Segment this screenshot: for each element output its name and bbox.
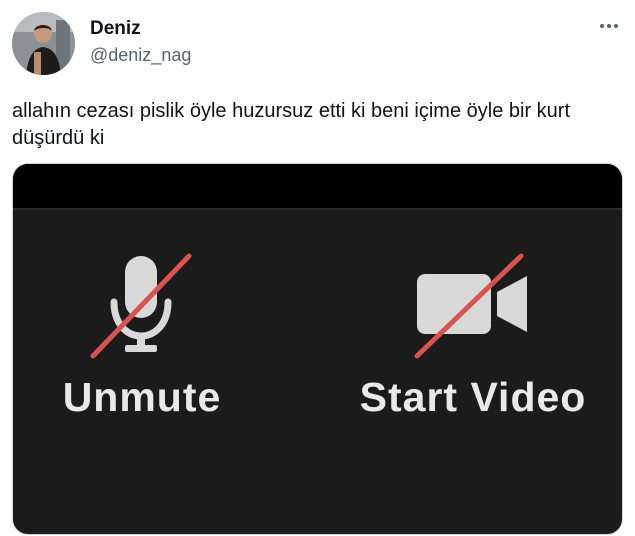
- tweet-text: allahın cezası pislik öyle huzursuz etti…: [12, 100, 571, 149]
- start-video-control: Start Video: [335, 248, 611, 421]
- microphone-muted-icon: [90, 253, 192, 359]
- tweet-card: Deniz @deniz_nag allahın cezası pislik ö…: [0, 0, 635, 536]
- more-horizontal-icon[interactable]: [597, 16, 621, 36]
- author-handle[interactable]: @deniz_nag: [90, 45, 191, 66]
- author-display-name[interactable]: Deniz: [90, 18, 141, 40]
- avatar[interactable]: [12, 12, 75, 75]
- media-divider: [13, 208, 622, 210]
- unmute-label: Unmute: [62, 374, 222, 420]
- start-video-label: Start Video: [359, 374, 587, 420]
- video-camera-off-icon: [414, 253, 527, 359]
- tweet-media-image[interactable]: Unmute Start Video: [12, 163, 623, 535]
- unmute-control: Unmute: [37, 248, 247, 421]
- media-topbar: [13, 164, 622, 208]
